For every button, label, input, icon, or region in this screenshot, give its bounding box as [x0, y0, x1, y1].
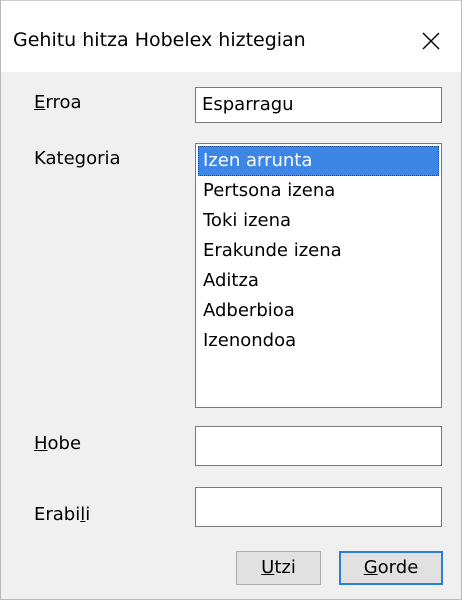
kategoria-listbox[interactable]: Izen arrunta Pertsona izena Toki izena E… — [195, 143, 442, 408]
erroa-label-rest: rroa — [45, 92, 82, 113]
close-button[interactable] — [411, 25, 451, 57]
hobe-label-mnemonic: H — [34, 433, 48, 454]
erroa-field-value: Esparragu — [202, 94, 294, 115]
hobe-field[interactable] — [195, 426, 442, 466]
dialog-title: Gehitu hitza Hobelex hiztegian — [13, 29, 306, 51]
list-item[interactable]: Aditza — [198, 266, 439, 296]
save-button[interactable]: Gorde — [339, 551, 443, 585]
title-bar: Gehitu hitza Hobelex hiztegian — [1, 0, 461, 72]
save-button-rest: orde — [377, 557, 419, 578]
list-item[interactable]: Erakunde izena — [198, 236, 439, 266]
cancel-button[interactable]: Utzi — [236, 551, 321, 585]
erabili-field[interactable] — [195, 487, 442, 527]
erabili-label-rest: i — [85, 504, 91, 525]
kategoria-label: Kategoria — [34, 148, 121, 170]
erabili-label-before: Erabi — [34, 504, 81, 525]
save-button-mnemonic: G — [363, 557, 378, 578]
list-item[interactable]: Toki izena — [198, 206, 439, 236]
close-icon — [422, 32, 440, 50]
list-item[interactable]: Pertsona izena — [198, 176, 439, 206]
erroa-field[interactable]: Esparragu — [195, 87, 442, 123]
hobe-label: Hobe — [34, 433, 81, 455]
kategoria-label-text: Kategoria — [34, 148, 121, 169]
add-word-dialog: Gehitu hitza Hobelex hiztegian Erroa Esp… — [0, 0, 462, 600]
hobe-label-rest: obe — [47, 433, 82, 454]
list-item[interactable]: Izen arrunta — [198, 146, 439, 176]
erroa-label: Erroa — [34, 92, 82, 114]
list-item[interactable]: Adberbioa — [198, 296, 439, 326]
erroa-label-mnemonic: E — [34, 92, 46, 113]
erabili-label: Erabili — [34, 504, 90, 526]
cancel-button-mnemonic: U — [261, 557, 275, 578]
cancel-button-rest: tzi — [274, 557, 296, 578]
list-item[interactable]: Izenondoa — [198, 326, 439, 356]
